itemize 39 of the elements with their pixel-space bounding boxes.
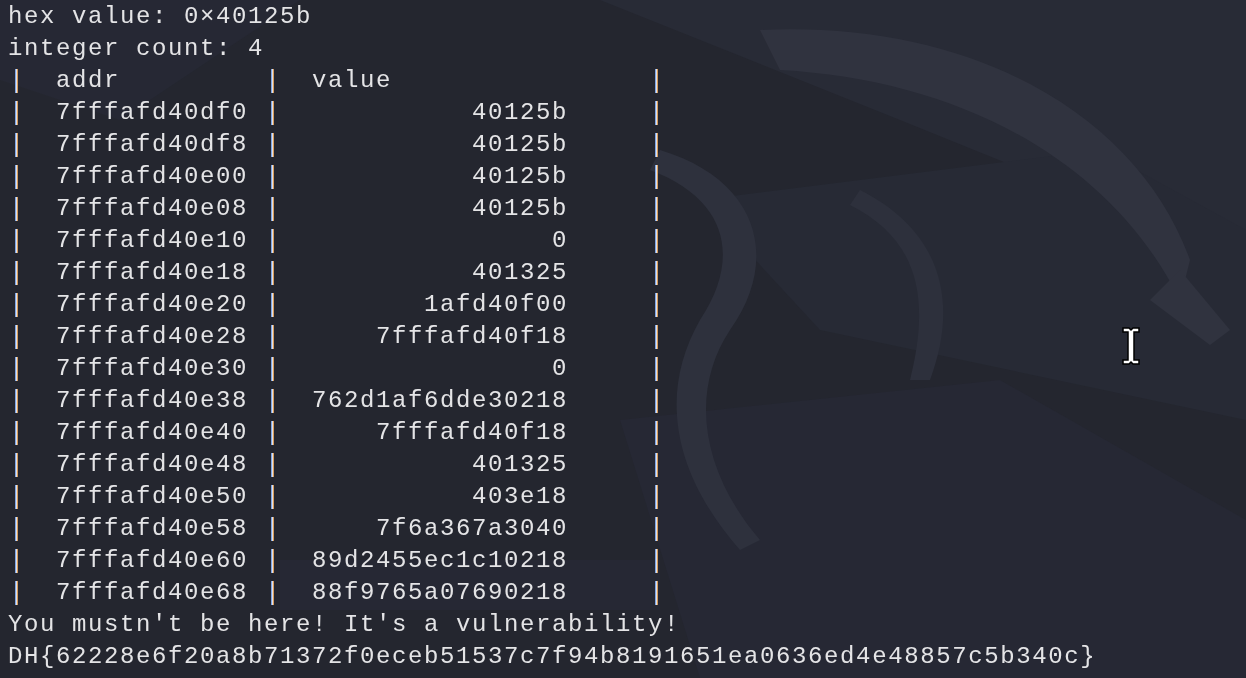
table-cell-text: 403e18 xyxy=(471,482,568,512)
table-cell-text: 7fffafd40e68 xyxy=(56,578,248,608)
table-cell-text: 7f6a367a3040 xyxy=(374,514,568,544)
table-cell-text: 401325 xyxy=(471,258,568,288)
table-cell-text: 762d1af6dde30218 xyxy=(310,386,568,416)
terminal-line: hex value: 0×40125b xyxy=(8,2,313,32)
column-header: value xyxy=(311,66,393,96)
table-cell-text: 7fffafd40e50 xyxy=(56,482,248,512)
table-cell-text: 7fffafd40df8 xyxy=(56,130,248,160)
table-cell-text: 7fffafd40e10 xyxy=(56,226,248,256)
table-cell-text: 401325 xyxy=(471,450,568,480)
table-cell-text: 7fffafd40e38 xyxy=(56,386,248,416)
table-cell-text: 89d2455ec1c10218 xyxy=(310,546,568,576)
table-cell-text: 7fffafd40e18 xyxy=(56,258,248,288)
table-cell-text: 7fffafd40df0 xyxy=(56,98,248,128)
table-cell-text: 40125b xyxy=(471,130,568,160)
table-cell-text: 0 xyxy=(551,354,568,384)
table-cell-text: 40125b xyxy=(471,98,568,128)
table-cell-text: 7fffafd40e40 xyxy=(56,418,248,448)
table-cell-text: 7fffafd40e30 xyxy=(56,354,248,384)
table-cell-text: 88f9765a07690218 xyxy=(310,578,568,608)
table-cell-text: 7fffafd40e08 xyxy=(56,194,248,224)
column-header: addr xyxy=(56,66,121,96)
terminal-line: integer count: 4 xyxy=(8,34,265,64)
terminal-line: You mustn't be here! It's a vulnerability! xyxy=(8,610,681,640)
table-cell-text: 1afd40f00 xyxy=(422,290,568,320)
text-cursor-icon xyxy=(1120,326,1142,366)
table-cell-text: 7fffafd40e60 xyxy=(56,546,248,576)
table-cell-text: 40125b xyxy=(471,194,568,224)
table-cell-text: 0 xyxy=(551,226,568,256)
table-cell-text: 7fffafd40e00 xyxy=(56,162,248,192)
table-cell-text: 7fffafd40e48 xyxy=(56,450,248,480)
table-cell-text: 7fffafd40e58 xyxy=(56,514,248,544)
table-cell-text: 7fffafd40e28 xyxy=(56,322,248,352)
table-cell-text: 7fffafd40e20 xyxy=(56,290,248,320)
table-cell-text: 40125b xyxy=(471,162,568,192)
table-cell-text: 7fffafd40f18 xyxy=(374,418,568,448)
table-cell-text: 7fffafd40f18 xyxy=(374,322,568,352)
terminal-line: DH{62228e6f20a8b71372f0eceb51537c7f94b8191651ea0636ed4e48857c5b340c} xyxy=(8,642,1097,672)
